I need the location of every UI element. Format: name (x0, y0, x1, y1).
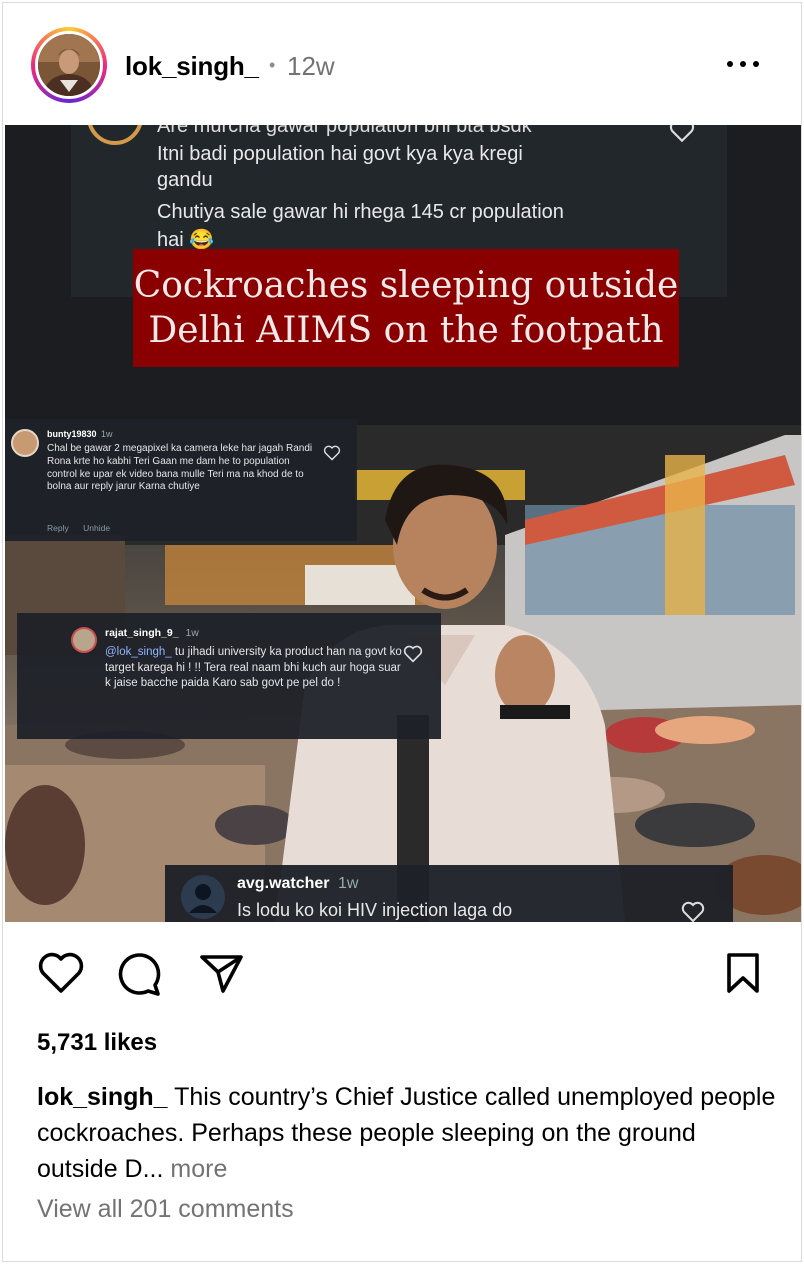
commenter-avatar-icon (88, 125, 142, 145)
more-options-icon[interactable] (721, 49, 765, 79)
comment-actions: Reply Unhide (47, 523, 110, 533)
commenter-avatar (11, 429, 39, 457)
post-header: lok_singh_ • 12w (3, 3, 801, 125)
comment-screenshot-rajat: rajat_singh_9_ 1w @lok_singh_ tu jihadi … (17, 613, 441, 739)
avatar-image (38, 34, 100, 96)
comment-user: rajat_singh_9_ (105, 627, 179, 639)
comment-heart-icon (669, 125, 695, 143)
reply-label: Reply (47, 523, 69, 533)
caption-more-link[interactable]: more (170, 1155, 227, 1183)
comment-time: 1w (185, 627, 199, 639)
comment-heart-icon (403, 645, 423, 663)
commenter-avatar (181, 875, 225, 919)
comment-meta: avg.watcher 1w (237, 875, 358, 893)
comment-line-3: Chutiya sale gawar hi rhega 145 cr popul… (157, 201, 564, 223)
avatar[interactable] (35, 31, 103, 99)
post-media[interactable]: Are murcha gawar population bhi bta bsdk… (5, 125, 801, 922)
comment-meta: rajat_singh_9_ 1w (105, 627, 199, 639)
comment-icon[interactable] (117, 951, 165, 997)
banner-line-1: Cockroaches sleeping outside (133, 265, 679, 306)
caption-username[interactable]: lok_singh_ (37, 1083, 168, 1111)
comment-time: 1w (101, 429, 113, 439)
comment-user: bunty19830 (47, 429, 97, 439)
comment-screenshot-bunty: bunty19830 1w Chal be gawar 2 megapixel … (5, 419, 357, 541)
avatar-story-ring[interactable] (31, 27, 107, 103)
comment-heart-icon (323, 445, 341, 461)
comment-text: Is lodu ko koi HIV injection laga do (237, 900, 513, 920)
post-username[interactable]: lok_singh_ (125, 51, 259, 82)
video-title-banner: Cockroaches sleeping outside Delhi AIIMS… (133, 249, 679, 367)
comment-user: avg.watcher (237, 875, 330, 892)
bookmark-icon[interactable] (721, 951, 765, 995)
post-card: lok_singh_ • 12w Are murcha gawar popula… (2, 2, 802, 1262)
post-age[interactable]: 12w (287, 51, 335, 82)
default-user-icon (189, 884, 217, 913)
comment-line-1: Itni badi population hai govt kya kya kr… (157, 143, 523, 165)
dot-1 (727, 61, 733, 67)
comment-body: @lok_singh_ tu jihadi university ka prod… (105, 645, 405, 692)
comment-mention: @lok_singh_ (105, 646, 172, 658)
heart-icon[interactable] (37, 951, 85, 995)
send-icon[interactable] (197, 951, 245, 995)
comment-line-2: gandu (157, 169, 213, 191)
comment-screenshot-avg: avg.watcher 1w Is lodu ko koi HIV inject… (165, 865, 733, 922)
comment-time: 1w (337, 875, 359, 892)
commenter-avatar (71, 627, 97, 653)
dot-3 (753, 61, 759, 67)
comment-cut-line: Are murcha gawar population bhi bta bsdk (157, 125, 532, 137)
comment-heart-icon (681, 901, 705, 922)
banner-line-2: Delhi AIIMS on the footpath (148, 310, 664, 351)
post-actions (3, 923, 801, 1013)
comment-text: Chal be gawar 2 megapixel ka camera leke… (47, 443, 313, 493)
dot-2 (740, 61, 746, 67)
post-caption: lok_singh_ This country’s Chief Justice … (37, 1079, 777, 1187)
comment-meta: bunty19830 1w (47, 429, 113, 439)
unhide-label: Unhide (83, 523, 111, 533)
likes-count[interactable]: 5,731 likes (37, 1029, 157, 1057)
separator-dot: • (269, 55, 276, 75)
view-all-comments-link[interactable]: View all 201 comments (37, 1195, 294, 1224)
